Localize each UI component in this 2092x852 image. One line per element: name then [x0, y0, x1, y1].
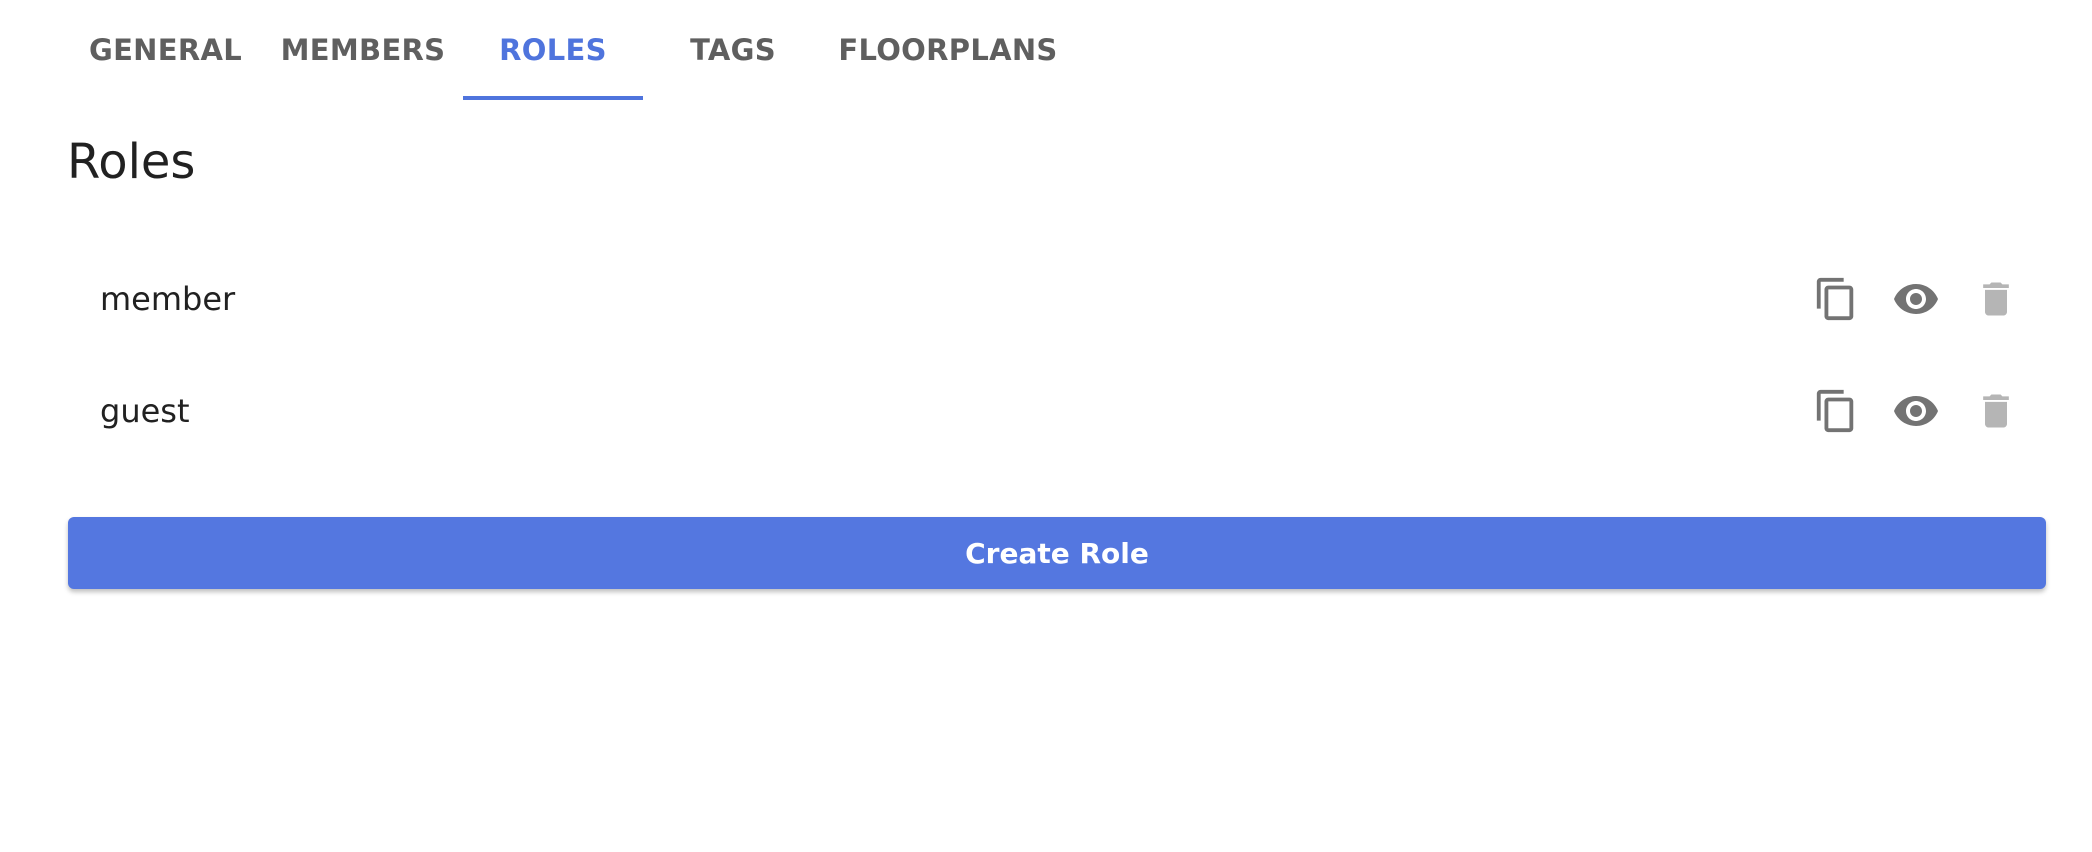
tab-floorplans[interactable]: FLOORPLANS — [823, 0, 1073, 100]
role-actions — [1806, 269, 2026, 329]
create-role-button[interactable]: Create Role — [68, 517, 2046, 589]
role-name: member — [100, 280, 236, 318]
role-actions — [1806, 381, 2026, 441]
page-title: Roles — [67, 134, 196, 190]
eye-icon — [1894, 284, 1938, 314]
eye-icon — [1894, 396, 1938, 426]
tab-roles[interactable]: ROLES — [463, 0, 643, 100]
copy-icon — [1816, 277, 1854, 321]
copy-role-button[interactable] — [1806, 269, 1866, 329]
trash-icon — [1983, 394, 2009, 428]
view-role-button[interactable] — [1886, 269, 1946, 329]
view-role-button[interactable] — [1886, 381, 1946, 441]
role-name: guest — [100, 392, 190, 430]
tab-members[interactable]: MEMBERS — [263, 0, 463, 100]
copy-role-button[interactable] — [1806, 381, 1866, 441]
role-row-guest: guest — [68, 355, 2046, 467]
delete-role-button[interactable] — [1966, 269, 2026, 329]
role-list: member guest — [68, 243, 2046, 467]
tab-bar: GENERAL MEMBERS ROLES TAGS FLOORPLANS — [68, 0, 1073, 100]
delete-role-button[interactable] — [1966, 381, 2026, 441]
copy-icon — [1816, 389, 1854, 433]
tab-general[interactable]: GENERAL — [68, 0, 263, 100]
trash-icon — [1983, 282, 2009, 316]
tab-tags[interactable]: TAGS — [643, 0, 823, 100]
role-row-member: member — [68, 243, 2046, 355]
